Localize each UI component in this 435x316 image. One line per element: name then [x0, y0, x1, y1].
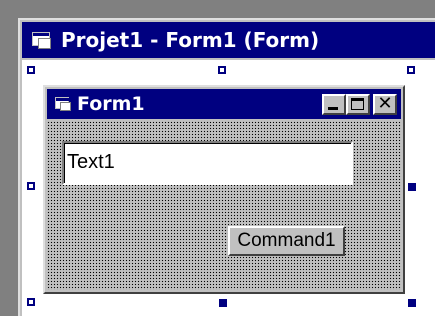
selection-handle-top-middle[interactable]: [218, 66, 226, 74]
form1-title-bar[interactable]: Form1 ✕: [47, 89, 401, 119]
form1-title: Form1: [77, 93, 145, 115]
form1-client-area[interactable]: Text1 Command1: [47, 121, 401, 290]
minimize-button[interactable]: [322, 94, 346, 115]
form1-window[interactable]: Form1 ✕ Text1 Command1: [43, 85, 405, 294]
maximize-icon: [351, 98, 364, 110]
selection-handle-bottom-right[interactable]: [408, 299, 416, 307]
selection-handle-bottom-left[interactable]: [27, 298, 35, 306]
selection-handle-top-right[interactable]: [407, 66, 415, 74]
maximize-button[interactable]: [346, 94, 370, 115]
designer-title: Projet1 - Form1 (Form): [61, 28, 320, 52]
designer-title-bar[interactable]: Projet1 - Form1 (Form): [22, 22, 435, 58]
command1-button[interactable]: Command1: [228, 226, 345, 256]
caption-buttons: ✕: [322, 93, 397, 115]
selection-handle-middle-left[interactable]: [27, 182, 35, 190]
text1-textbox[interactable]: Text1: [62, 141, 353, 185]
selection-handle-middle-right[interactable]: [408, 183, 416, 191]
selection-handle-top-left[interactable]: [27, 66, 35, 74]
desktop-background-left: [0, 0, 18, 316]
vb-form-icon: [32, 32, 52, 49]
close-button[interactable]: ✕: [373, 93, 397, 115]
selection-handle-bottom-middle[interactable]: [219, 299, 227, 307]
close-icon: ✕: [377, 93, 393, 114]
vb-form-icon: [55, 97, 72, 111]
desktop-background-top: [0, 0, 435, 18]
minimize-icon: [328, 107, 338, 110]
